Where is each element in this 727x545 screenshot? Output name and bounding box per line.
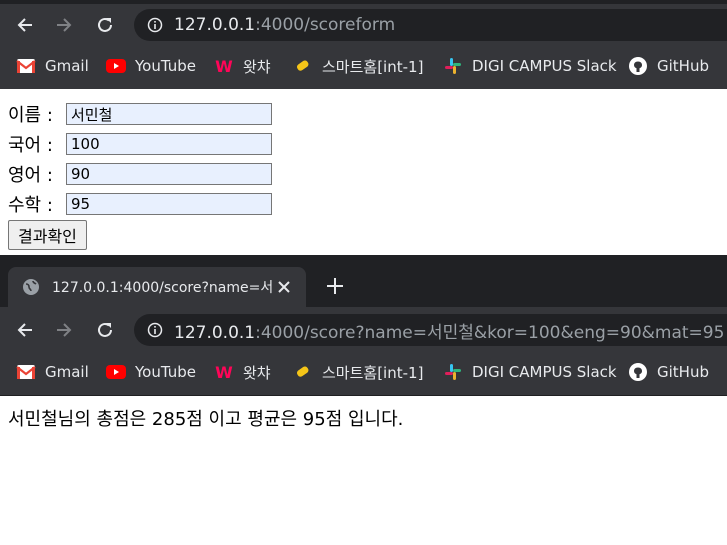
math-label: 수학 :: [8, 195, 53, 216]
info-icon[interactable]: [146, 321, 164, 339]
window1-bookmarks-bar: Gmail YouTube W 왓챠 스마트홈[int-1] DIGI CAMP…: [0, 43, 727, 90]
tab-score[interactable]: 127.0.0.1:4000/score?name=서민: [8, 267, 306, 307]
github-icon: [628, 56, 648, 76]
english-label: 영어 :: [8, 165, 53, 186]
plus-icon: [327, 278, 343, 294]
reload-button-2[interactable]: [91, 307, 119, 353]
window1-toolbar: 127.0.0.1:4000/scoreform: [0, 4, 727, 46]
form-row-math: 수학 : 95: [8, 189, 272, 219]
bookmark-gmail[interactable]: Gmail: [16, 349, 89, 395]
bookmark-smarthome[interactable]: 스마트홈[int-1]: [293, 43, 423, 89]
reload-button[interactable]: [91, 4, 119, 46]
form-row-english: 영어 : 90: [8, 159, 272, 189]
bookmark-github[interactable]: GitHub: [628, 43, 709, 89]
reload-icon: [98, 17, 112, 32]
address-url-2: 127.0.0.1:4000/score?name=서민철&kor=100&en…: [174, 322, 725, 343]
tab-title: 127.0.0.1:4000/score?name=서민: [52, 280, 272, 296]
forward-arrow-icon: [57, 323, 72, 337]
forward-arrow-icon: [57, 18, 72, 32]
bookmark-github[interactable]: GitHub: [628, 349, 709, 395]
watcha-icon: W: [215, 56, 233, 76]
korean-input[interactable]: 100: [66, 133, 272, 155]
forward-button[interactable]: [50, 4, 78, 46]
form-row-name: 이름 : 서민철: [8, 99, 272, 129]
bookmark-slack[interactable]: DIGI CAMPUS Slack: [443, 43, 617, 89]
bookmark-gmail[interactable]: Gmail: [16, 43, 89, 89]
close-tab-icon[interactable]: [278, 281, 290, 293]
name-label: 이름 :: [8, 105, 53, 126]
back-button-2[interactable]: [11, 307, 39, 353]
address-url: 127.0.0.1:4000/scoreform: [174, 15, 396, 35]
address-bar[interactable]: 127.0.0.1:4000/scoreform: [134, 9, 727, 41]
korean-label: 국어 :: [8, 135, 53, 156]
back-arrow-icon: [17, 323, 32, 337]
forward-button-2[interactable]: [50, 307, 78, 353]
form-row-korean: 국어 : 100: [8, 129, 272, 159]
submit-button[interactable]: 결과확인: [8, 220, 87, 250]
result-message: 서민철님의 총점은 285점 이고 평균은 95점 입니다.: [8, 409, 404, 430]
bookmark-youtube[interactable]: YouTube: [106, 43, 196, 89]
slack-icon: [443, 362, 463, 382]
window2-toolbar: 127.0.0.1:4000/score?name=서민철&kor=100&en…: [0, 307, 727, 353]
reload-icon: [98, 322, 112, 337]
smarthome-icon: [293, 56, 313, 76]
address-bar-2[interactable]: 127.0.0.1:4000/score?name=서민철&kor=100&en…: [134, 314, 727, 346]
back-button[interactable]: [11, 4, 39, 46]
gmail-icon: [16, 56, 36, 76]
bookmark-watcha[interactable]: W 왓챠: [214, 43, 270, 89]
bookmark-slack[interactable]: DIGI CAMPUS Slack: [443, 349, 617, 395]
youtube-icon: [106, 56, 126, 76]
new-tab-button[interactable]: [322, 273, 348, 299]
slack-icon: [443, 56, 463, 76]
info-icon[interactable]: [146, 16, 164, 34]
watcha-icon: W: [215, 362, 233, 382]
bookmark-smarthome[interactable]: 스마트홈[int-1]: [293, 349, 423, 395]
youtube-icon: [106, 362, 126, 382]
bookmark-watcha[interactable]: W 왓챠: [214, 349, 270, 395]
smarthome-icon: [293, 362, 313, 382]
github-icon: [628, 362, 648, 382]
back-arrow-icon: [17, 18, 32, 32]
math-input[interactable]: 95: [66, 193, 272, 215]
window2-bookmarks-bar: Gmail YouTube W 왓챠 스마트홈[int-1] DIGI CAMP…: [0, 349, 727, 396]
bookmark-youtube[interactable]: YouTube: [106, 349, 196, 395]
globe-icon: [22, 278, 40, 296]
gmail-icon: [16, 362, 36, 382]
name-input[interactable]: 서민철: [66, 103, 272, 125]
english-input[interactable]: 90: [66, 163, 272, 185]
